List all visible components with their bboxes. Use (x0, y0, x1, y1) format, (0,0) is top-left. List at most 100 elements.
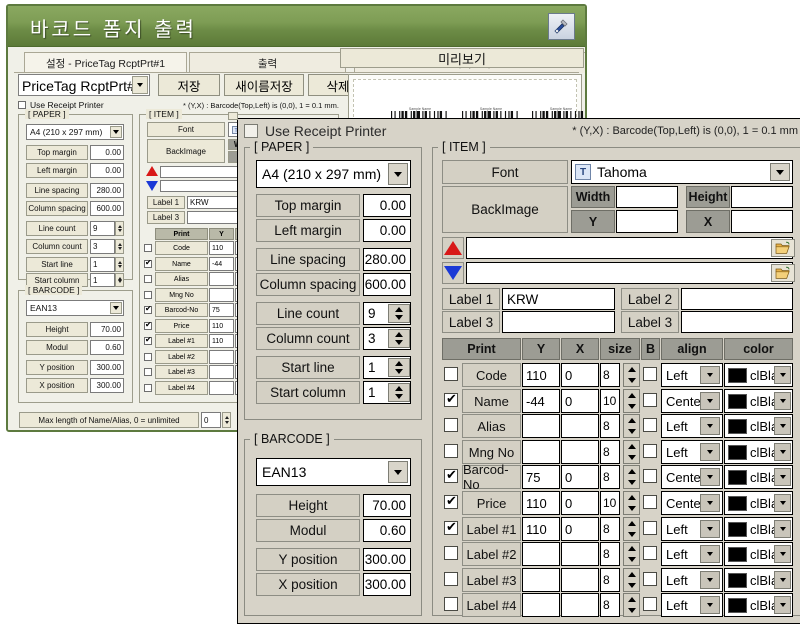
bg-row-print-checkbox[interactable] (144, 353, 152, 361)
chevron-down-icon[interactable] (774, 366, 791, 384)
barcode-height-button[interactable]: Height (256, 494, 360, 517)
row-x-field[interactable] (561, 542, 599, 566)
font-combobox[interactable]: T Tahoma (571, 160, 793, 184)
line-count-button[interactable]: Line count (256, 302, 360, 325)
save-button[interactable]: 저장 (158, 74, 220, 96)
row-align-combobox[interactable]: Center (661, 389, 723, 413)
row-y-field[interactable]: 110 (522, 517, 560, 541)
row-color-combobox[interactable]: clBlack (724, 542, 793, 566)
chevron-down-icon[interactable] (700, 366, 720, 384)
image-up-browse-button[interactable] (771, 239, 795, 257)
x-field[interactable] (731, 210, 793, 233)
bg-line-spacing-field[interactable]: 280.00 (90, 183, 124, 198)
label4-field[interactable] (681, 311, 793, 333)
bg-row-y-field[interactable]: 110 (209, 241, 234, 255)
row-size-field[interactable]: 8 (600, 517, 620, 541)
image-down-path-field[interactable] (466, 262, 793, 284)
stepper-down-icon[interactable] (624, 554, 639, 565)
chevron-down-icon[interactable] (388, 163, 408, 185)
row-x-field[interactable]: 0 (561, 363, 599, 387)
bg-arrow-up-red-icon[interactable] (146, 166, 158, 176)
barcode-modul-button[interactable]: Modul (256, 519, 360, 542)
column-spacing-button[interactable]: Column spacing (256, 273, 360, 296)
stepper-up-icon[interactable] (624, 415, 639, 426)
stepper-down-icon[interactable] (389, 368, 409, 377)
bg-start-column-stepper[interactable] (115, 273, 124, 287)
stepper-up-icon[interactable] (389, 330, 409, 339)
move-up-button[interactable] (442, 237, 464, 259)
row-y-field[interactable]: -44 (522, 389, 560, 413)
row-size-spin[interactable] (623, 542, 640, 566)
bg-row-name[interactable]: Label #2 (155, 350, 208, 364)
row-size-spin[interactable] (623, 593, 640, 617)
height-field[interactable] (731, 186, 793, 208)
row-size-spin[interactable] (623, 414, 640, 438)
row-name-button[interactable]: Barcod-No (462, 462, 521, 492)
bg-backimage-button[interactable]: BackImage (147, 139, 225, 163)
row-align-combobox[interactable]: Left (661, 414, 723, 438)
column-count-stepper[interactable] (388, 329, 410, 348)
stepper-down-icon[interactable] (624, 426, 639, 437)
chevron-down-icon[interactable] (774, 545, 791, 563)
chevron-down-icon[interactable] (132, 76, 148, 94)
row-bold-checkbox[interactable] (643, 367, 657, 381)
row-color-combobox[interactable]: clBlack (724, 491, 793, 515)
row-align-combobox[interactable]: Left (661, 440, 723, 464)
barcode-height-field[interactable]: 70.00 (363, 494, 411, 517)
row-size-stepper[interactable]: 8 (600, 593, 640, 617)
start-line-stepper[interactable] (388, 358, 410, 377)
row-bold-checkbox[interactable] (643, 469, 657, 483)
row-bold-checkbox[interactable] (643, 418, 657, 432)
use-receipt-printer-row[interactable]: Use Receipt Printer (244, 123, 386, 139)
row-color-combobox[interactable]: clBlack (724, 593, 793, 617)
bg-row-name[interactable]: Alias (155, 272, 208, 286)
stepper-up-icon[interactable] (624, 594, 639, 605)
row-color-combobox[interactable]: clBlack (724, 440, 793, 464)
line-count-stepper[interactable] (388, 304, 410, 323)
bg-row-name[interactable]: Label #3 (155, 365, 208, 379)
bg-row-print-checkbox[interactable] (144, 244, 152, 252)
chevron-down-icon[interactable] (774, 417, 791, 435)
bg-row-y-field[interactable] (209, 288, 234, 302)
image-up-path-field[interactable] (466, 237, 793, 259)
row-bold-checkbox[interactable] (643, 393, 657, 407)
row-print-checkbox[interactable] (444, 519, 458, 535)
chevron-down-icon[interactable] (774, 520, 791, 538)
bg-row-y-field[interactable]: -44 (209, 257, 234, 271)
chevron-down-icon[interactable] (774, 468, 791, 486)
row-name-button[interactable]: Alias (462, 414, 521, 438)
row-print-checkbox[interactable] (444, 467, 458, 483)
row-x-field[interactable]: 0 (561, 491, 599, 515)
profile-combobox[interactable]: PriceTag RcptPrt#1 (18, 74, 150, 96)
bg-left-margin-field[interactable]: 0.00 (90, 163, 124, 178)
row-size-spin[interactable] (623, 517, 640, 541)
stepper-down-icon[interactable] (389, 314, 409, 323)
row-bold-checkbox[interactable] (643, 597, 657, 611)
row-color-combobox[interactable]: clBlack (724, 414, 793, 438)
row-name-button[interactable]: Name (462, 389, 521, 413)
chevron-down-icon[interactable] (770, 163, 790, 181)
row-align-combobox[interactable]: Left (661, 363, 723, 387)
bg-row-y-field[interactable]: 110 (209, 319, 234, 333)
row-name-button[interactable]: Label #2 (462, 542, 521, 566)
row-x-field[interactable] (561, 414, 599, 438)
bg-row-name[interactable]: Mng No (155, 288, 208, 302)
bg-row-y-field[interactable]: 110 (209, 334, 234, 348)
barcode-xpos-button[interactable]: X position (256, 573, 360, 596)
tools-button[interactable] (548, 13, 575, 40)
row-size-spin[interactable] (623, 465, 640, 489)
stepper-up-icon[interactable] (624, 569, 639, 580)
max-length-field[interactable]: 0 (201, 412, 221, 428)
row-size-stepper[interactable]: 8 (600, 542, 640, 566)
row-print-checkbox[interactable] (444, 572, 458, 586)
stepper-up-icon[interactable] (624, 492, 639, 503)
use-receipt-printer-checkbox[interactable] (244, 124, 258, 138)
bg-row-print-checkbox[interactable] (144, 304, 152, 314)
chevron-down-icon[interactable] (700, 417, 720, 435)
bg-arrow-down-blue-icon[interactable] (146, 181, 158, 191)
row-print-checkbox[interactable] (444, 493, 458, 509)
bg-row-y-field[interactable] (209, 365, 234, 379)
bg-row-name[interactable]: Code (155, 241, 208, 255)
bg-line-count-field[interactable]: 9 (90, 221, 115, 236)
stepper-up-icon[interactable] (624, 364, 639, 375)
